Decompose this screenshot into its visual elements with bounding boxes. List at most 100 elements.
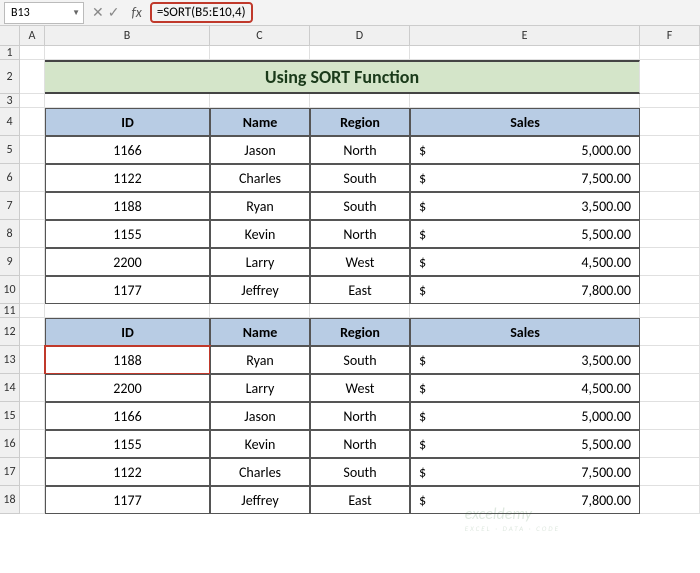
col-header-C[interactable]: C [210, 26, 310, 46]
cell[interactable] [20, 164, 45, 192]
row-header-18[interactable]: 18 [0, 486, 20, 514]
cell[interactable] [640, 94, 700, 108]
row-header-14[interactable]: 14 [0, 374, 20, 402]
cell[interactable] [210, 94, 310, 108]
t2-id[interactable]: 1122 [45, 458, 210, 486]
row-header-16[interactable]: 16 [0, 430, 20, 458]
row-header-2[interactable]: 2 [0, 60, 20, 94]
row-header-13[interactable]: 13 [0, 346, 20, 374]
row-header-17[interactable]: 17 [0, 458, 20, 486]
cell[interactable] [640, 192, 700, 220]
cell[interactable] [20, 220, 45, 248]
t2-id[interactable]: 1177 [45, 486, 210, 514]
cell[interactable] [45, 304, 210, 318]
row-header-7[interactable]: 7 [0, 192, 20, 220]
col-header-F[interactable]: F [640, 26, 700, 46]
name-box[interactable]: B13 ▼ [4, 2, 84, 24]
row-header-12[interactable]: 12 [0, 318, 20, 346]
cell[interactable] [640, 346, 700, 374]
cell[interactable] [640, 318, 700, 346]
cell[interactable] [20, 94, 45, 108]
cell[interactable] [640, 430, 700, 458]
row-header-6[interactable]: 6 [0, 164, 20, 192]
cell[interactable] [640, 46, 700, 60]
cell[interactable] [20, 458, 45, 486]
t1-header-region: Region [310, 108, 410, 136]
t2-name: Jeffrey [210, 486, 310, 514]
row-header-15[interactable]: 15 [0, 402, 20, 430]
cell[interactable] [20, 108, 45, 136]
cell[interactable] [640, 108, 700, 136]
t2-id[interactable]: 2200 [45, 374, 210, 402]
fx-icon[interactable]: fx [127, 4, 145, 21]
cell[interactable] [210, 304, 310, 318]
t2-sales: $7,500.00 [410, 458, 640, 486]
t2-id[interactable]: 1166 [45, 402, 210, 430]
cell-grid[interactable]: Using SORT FunctionIDNameRegionSales1166… [20, 46, 700, 514]
active-cell[interactable]: 1188 [45, 346, 210, 374]
t2-header-sales: Sales [410, 318, 640, 346]
cell[interactable] [410, 304, 640, 318]
cell[interactable] [20, 248, 45, 276]
cell[interactable] [20, 486, 45, 514]
cell[interactable] [210, 46, 310, 60]
t2-name: Ryan [210, 346, 310, 374]
t1-id: 2200 [45, 248, 210, 276]
row-header-8[interactable]: 8 [0, 220, 20, 248]
cell[interactable] [20, 192, 45, 220]
cell[interactable] [310, 46, 410, 60]
cell[interactable] [640, 164, 700, 192]
t2-region: South [310, 458, 410, 486]
row-header-11[interactable]: 11 [0, 304, 20, 318]
cell[interactable] [640, 402, 700, 430]
t2-header-region: Region [310, 318, 410, 346]
cell[interactable] [640, 304, 700, 318]
cell[interactable] [640, 60, 700, 94]
row-header-3[interactable]: 3 [0, 94, 20, 108]
cell[interactable] [640, 374, 700, 402]
cell[interactable] [640, 486, 700, 514]
t1-id: 1177 [45, 276, 210, 304]
cell[interactable] [310, 94, 410, 108]
cell[interactable] [45, 94, 210, 108]
cell[interactable] [20, 318, 45, 346]
col-header-E[interactable]: E [410, 26, 640, 46]
row-header-5[interactable]: 5 [0, 136, 20, 164]
cell[interactable] [640, 220, 700, 248]
cell[interactable] [20, 430, 45, 458]
enter-icon[interactable]: ✓ [108, 4, 120, 21]
col-header-B[interactable]: B [45, 26, 210, 46]
select-all-corner[interactable] [0, 26, 20, 46]
cell[interactable] [20, 402, 45, 430]
col-header-D[interactable]: D [310, 26, 410, 46]
cell[interactable] [310, 304, 410, 318]
cell[interactable] [640, 276, 700, 304]
t1-name: Jason [210, 136, 310, 164]
row-header-4[interactable]: 4 [0, 108, 20, 136]
t1-name: Larry [210, 248, 310, 276]
cell[interactable] [20, 276, 45, 304]
cell[interactable] [45, 46, 210, 60]
row-header-1[interactable]: 1 [0, 46, 20, 60]
cell[interactable] [640, 136, 700, 164]
cell[interactable] [410, 46, 640, 60]
row-header-10[interactable]: 10 [0, 276, 20, 304]
cancel-icon[interactable]: ✕ [92, 4, 104, 21]
t2-name: Charles [210, 458, 310, 486]
chevron-down-icon[interactable]: ▼ [72, 8, 80, 18]
cell[interactable] [640, 248, 700, 276]
cell[interactable] [20, 346, 45, 374]
cell[interactable] [20, 46, 45, 60]
cell[interactable] [640, 458, 700, 486]
t2-sales: $5,500.00 [410, 430, 640, 458]
formula-input[interactable]: =SORT(B5:E10,4) [146, 2, 700, 24]
cell[interactable] [20, 60, 45, 94]
cell[interactable] [20, 136, 45, 164]
cell[interactable] [20, 304, 45, 318]
col-header-A[interactable]: A [20, 26, 45, 46]
t2-id[interactable]: 1155 [45, 430, 210, 458]
spreadsheet: 123456789101112131415161718 ABCDEF Using… [0, 26, 700, 573]
cell[interactable] [20, 374, 45, 402]
row-header-9[interactable]: 9 [0, 248, 20, 276]
cell[interactable] [410, 94, 640, 108]
